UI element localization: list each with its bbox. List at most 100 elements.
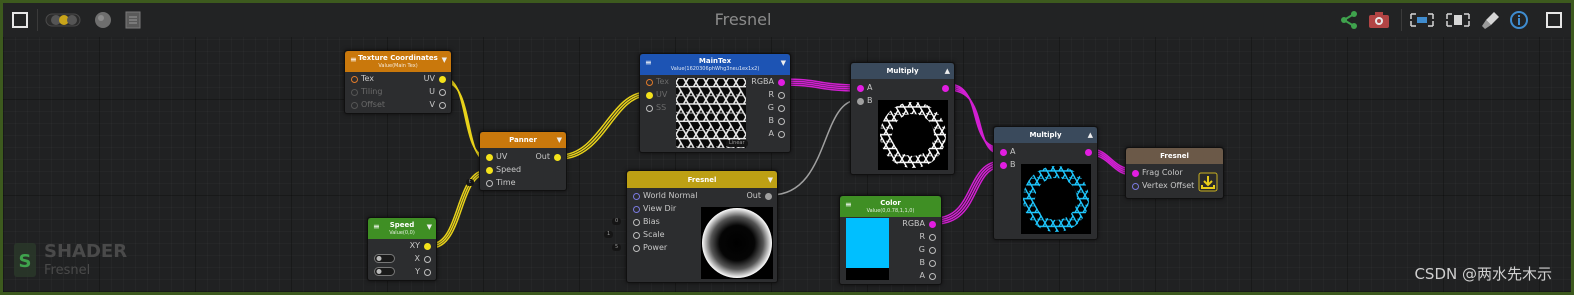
input-port-tiling[interactable]	[351, 89, 358, 96]
node-multiply-2[interactable]: Multiply ▲ A B	[993, 126, 1098, 240]
input-port-scale[interactable]	[633, 232, 640, 239]
output-port[interactable]	[942, 85, 949, 92]
output-port-x[interactable]	[424, 256, 431, 263]
toolbar-divider	[37, 9, 38, 31]
speed-value-toggles[interactable]	[374, 254, 396, 278]
output-label-x: X	[414, 254, 420, 263]
input-label-scale: Scale	[643, 230, 665, 239]
output-port-rgba[interactable]	[929, 221, 936, 228]
node-speed[interactable]: ≡ Speed Value(0,0) ▼ XY X Y	[367, 217, 437, 281]
output-port-xy[interactable]	[424, 243, 431, 250]
collapse-arrow-icon[interactable]: ▼	[427, 223, 432, 231]
node-texture-coordinates[interactable]: ≡ Texture Coordinates Value(Main Tex) ▼ …	[344, 50, 452, 114]
input-port-bias[interactable]	[633, 219, 640, 226]
input-port-tex[interactable]	[351, 76, 358, 83]
output-port[interactable]	[1085, 149, 1092, 156]
input-port-b[interactable]	[857, 98, 864, 105]
time-default-chip[interactable]: t	[466, 179, 474, 186]
power-value-chip[interactable]: 5	[612, 244, 622, 251]
input-port-vertex-offset[interactable]	[1132, 183, 1139, 190]
output-port-b[interactable]	[778, 118, 785, 125]
node-multiply-1[interactable]: Multiply ▲ A B	[850, 62, 955, 175]
input-port-a[interactable]	[857, 85, 864, 92]
input-port-a[interactable]	[1000, 149, 1007, 156]
output-label-xy: XY	[409, 241, 420, 250]
node-header[interactable]: ≡ Speed Value(0,0) ▼	[368, 218, 436, 239]
output-port-out[interactable]	[765, 193, 772, 200]
save-shader-icon[interactable]	[1198, 172, 1218, 192]
preview-sphere-icon[interactable]	[91, 7, 115, 33]
node-header[interactable]: ≡ MainTex Value(1620306phWhg3neu1ex1x2) …	[640, 54, 790, 75]
node-header[interactable]: Fresnel ▼	[627, 171, 777, 188]
output-port-out[interactable]	[554, 154, 561, 161]
input-port-uv[interactable]	[646, 92, 653, 99]
output-label-r: R	[919, 232, 925, 241]
input-port-frag-color[interactable]	[1132, 170, 1139, 177]
node-color[interactable]: ≡ Color Value(0,0.78,1,1,0) RGBA R G B A	[839, 195, 942, 285]
output-port-b[interactable]	[929, 260, 936, 267]
collapse-arrow-icon[interactable]: ▼	[768, 176, 773, 184]
node-header[interactable]: Fresnel	[1126, 148, 1223, 164]
live-mode-icon[interactable]	[43, 7, 83, 33]
bias-value-chip[interactable]: 0	[612, 218, 622, 225]
output-port-r[interactable]	[778, 92, 785, 99]
node-title: Multiply	[886, 67, 919, 75]
help-icon[interactable]	[1507, 7, 1531, 33]
input-port-world-normal[interactable]	[633, 193, 640, 200]
node-header[interactable]: ≡ Color Value(0,0.78,1,1,0)	[840, 196, 941, 217]
panel-toggle-icon[interactable]	[7, 7, 33, 33]
input-port-time[interactable]	[486, 180, 493, 187]
clean-icon[interactable]	[1479, 7, 1503, 33]
collapse-up-icon[interactable]: ▲	[1088, 131, 1093, 139]
input-port-power[interactable]	[633, 245, 640, 252]
input-label-tex: Tex	[656, 77, 670, 86]
collapse-arrow-icon[interactable]: ▼	[442, 56, 447, 64]
node-tools-icon[interactable]	[1443, 7, 1473, 33]
screenshot-icon[interactable]	[1365, 7, 1393, 33]
output-port-y[interactable]	[424, 269, 431, 276]
input-port-uv[interactable]	[486, 154, 493, 161]
node-title: Fresnel	[1160, 152, 1189, 160]
maximize-icon[interactable]	[1541, 7, 1567, 33]
collapse-arrow-icon[interactable]: ▼	[557, 136, 562, 144]
collapse-up-icon[interactable]: ▲	[945, 67, 950, 75]
graph-tools-icon[interactable]	[1407, 7, 1437, 33]
input-port-b[interactable]	[1000, 162, 1007, 169]
output-port-uv[interactable]	[439, 76, 446, 83]
output-port-v[interactable]	[439, 102, 446, 109]
input-port-offset[interactable]	[351, 102, 358, 109]
output-label-a: A	[919, 271, 925, 280]
input-port-speed[interactable]	[486, 167, 493, 174]
input-label-uv: UV	[656, 90, 668, 99]
input-port-tex[interactable]	[646, 79, 653, 86]
scale-value-chip[interactable]: 1	[604, 231, 614, 238]
output-port-rgba[interactable]	[778, 79, 785, 86]
node-fresnel[interactable]: Fresnel ▼ World Normal View Dir Bias Sca…	[626, 170, 778, 283]
collapse-arrow-icon[interactable]: ▼	[781, 59, 786, 67]
node-title: Texture Coordinates	[358, 54, 438, 62]
node-header[interactable]: ≡ Texture Coordinates Value(Main Tex) ▼	[345, 51, 451, 72]
input-label-b: B	[1010, 160, 1016, 169]
node-header[interactable]: Panner ▼	[480, 132, 566, 148]
output-label-g: G	[918, 245, 925, 254]
output-port-g[interactable]	[778, 105, 785, 112]
output-port-u[interactable]	[439, 89, 446, 96]
node-header[interactable]: Multiply ▲	[994, 127, 1097, 143]
csdn-credit: CSDN @两水先木示	[1414, 265, 1552, 283]
output-port-a[interactable]	[778, 131, 785, 138]
node-list-icon[interactable]	[121, 7, 145, 33]
input-label-world-normal: World Normal	[643, 191, 698, 200]
node-panner[interactable]: Panner ▼ UV Speed Time Out	[479, 131, 567, 191]
output-port-g[interactable]	[929, 247, 936, 254]
output-label-g: G	[767, 103, 774, 112]
node-output-fresnel[interactable]: Fresnel Frag Color Vertex Offset	[1125, 147, 1224, 199]
node-maintex[interactable]: ≡ MainTex Value(1620306phWhg3neu1ex1x2) …	[639, 53, 791, 153]
output-port-r[interactable]	[929, 234, 936, 241]
input-port-ss[interactable]	[646, 105, 653, 112]
color-swatch-frame[interactable]	[846, 218, 889, 280]
input-port-view-dir[interactable]	[633, 206, 640, 213]
node-header[interactable]: Multiply ▲	[851, 63, 954, 79]
output-label-out: Out	[535, 152, 550, 161]
share-icon[interactable]	[1337, 7, 1361, 33]
output-port-a[interactable]	[929, 273, 936, 280]
